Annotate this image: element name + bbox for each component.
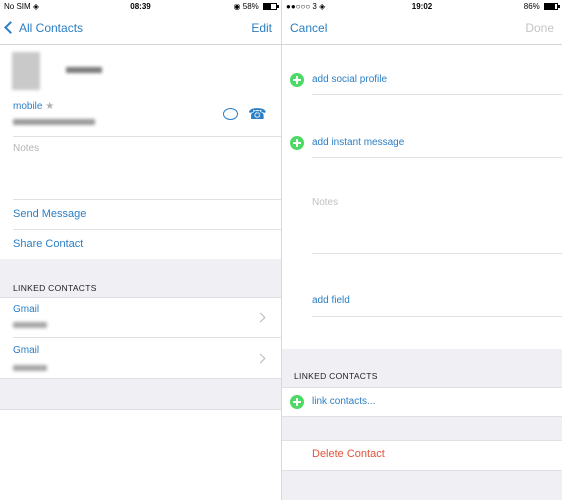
send-message-button[interactable]: Send Message xyxy=(13,208,86,220)
add-instant-message-row[interactable]: add instant message xyxy=(282,129,562,157)
nav-bar: Cancel Done xyxy=(282,14,562,44)
edit-button[interactable]: Edit xyxy=(251,21,272,35)
chevron-right-icon xyxy=(255,312,266,323)
battery-icon xyxy=(544,3,560,10)
done-button[interactable]: Done xyxy=(525,21,554,35)
add-icon xyxy=(290,73,304,87)
add-social-profile-label: add social profile xyxy=(312,74,388,85)
back-button[interactable]: All Contacts xyxy=(4,21,83,35)
lock-rotation-icon: ◉ xyxy=(233,2,241,11)
delete-contact-button[interactable]: Delete Contact xyxy=(312,448,385,460)
contact-edit-pane: ●●○○○ 3 ◈ 19:02 86% Cancel Done add soci… xyxy=(282,0,562,500)
notes-field[interactable]: Notes xyxy=(312,197,338,208)
notes-label[interactable]: Notes xyxy=(13,143,39,154)
cancel-button[interactable]: Cancel xyxy=(290,21,327,35)
clock: 19:02 xyxy=(411,2,433,11)
add-icon xyxy=(290,136,304,150)
linked-contacts-header: LINKED CONTACTS xyxy=(294,371,378,381)
avatar xyxy=(12,52,40,90)
battery-status: 86% xyxy=(524,0,560,14)
phone-number[interactable] xyxy=(13,119,95,125)
status-bar: ●●○○○ 3 ◈ 19:02 86% xyxy=(282,0,562,14)
chevron-left-icon xyxy=(4,21,17,34)
contact-detail-pane: No SIM ◈ 08:39 ◉ 58% All Contacts Edit m… xyxy=(0,0,281,500)
add-icon xyxy=(290,395,304,409)
nav-bar: All Contacts Edit xyxy=(0,14,281,44)
linked-contacts-header: LINKED CONTACTS xyxy=(13,283,97,293)
linked-contact-row[interactable]: Gmail xyxy=(0,338,281,378)
chevron-right-icon xyxy=(255,353,266,364)
link-contacts-row[interactable]: link contacts... xyxy=(282,388,562,416)
linked-contacts-header-band xyxy=(282,349,562,387)
add-field-button[interactable]: add field xyxy=(312,295,350,306)
share-contact-button[interactable]: Share Contact xyxy=(13,238,83,250)
separator-band xyxy=(282,417,562,440)
bottom-band xyxy=(0,379,281,409)
status-bar: No SIM ◈ 08:39 ◉ 58% xyxy=(0,0,281,14)
bottom-band xyxy=(282,471,562,500)
phone-icon[interactable]: ☎ xyxy=(248,105,267,123)
linked-contact-source: Gmail xyxy=(13,345,40,356)
linked-contact-source: Gmail xyxy=(13,304,40,315)
linked-contact-row[interactable]: Gmail xyxy=(0,297,281,337)
phone-label: mobile ★ xyxy=(13,101,55,112)
add-instant-message-label: add instant message xyxy=(312,137,405,148)
message-icon[interactable] xyxy=(223,108,238,120)
battery-icon xyxy=(263,3,279,10)
battery-status: ◉ 58% xyxy=(233,0,279,14)
link-contacts-label: link contacts... xyxy=(312,396,376,407)
add-social-profile-row[interactable]: add social profile xyxy=(282,66,562,94)
linked-contact-account xyxy=(13,322,47,328)
linked-contact-account xyxy=(13,365,47,371)
star-icon: ★ xyxy=(45,101,55,112)
contact-name xyxy=(66,67,102,73)
